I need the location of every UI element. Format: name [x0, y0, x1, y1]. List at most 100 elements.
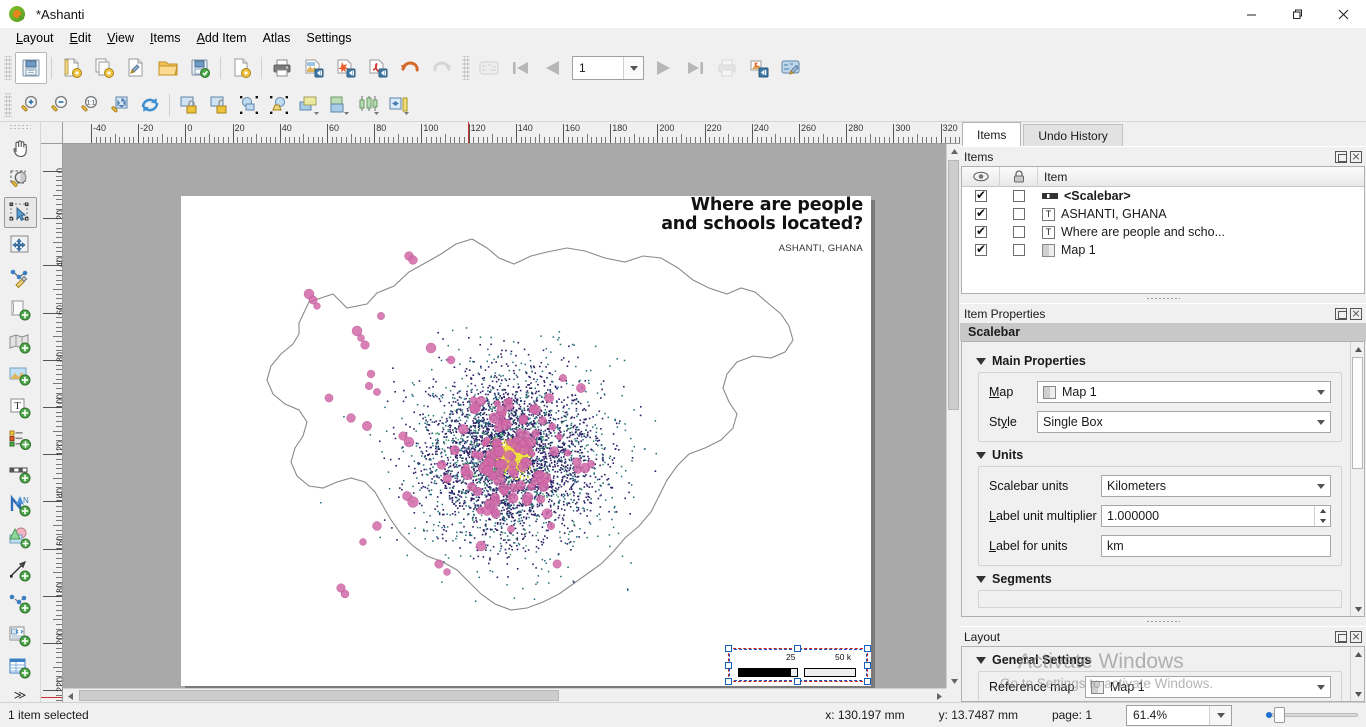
- export-as-image-button[interactable]: [298, 52, 330, 84]
- resize-items-button[interactable]: [384, 91, 414, 119]
- toolbar-overflow-button[interactable]: ≫: [14, 688, 27, 702]
- scroll-up-icon[interactable]: [1351, 647, 1364, 661]
- chevron-down-icon[interactable]: [1312, 476, 1330, 496]
- add-label-tool[interactable]: T: [4, 392, 37, 424]
- edit-nodes-tool[interactable]: [4, 262, 37, 294]
- resize-handle-ne[interactable]: [864, 645, 871, 652]
- undo-button[interactable]: [394, 52, 426, 84]
- scroll-left-icon[interactable]: [63, 689, 77, 703]
- zoom-full-button[interactable]: 1:1: [75, 91, 105, 119]
- add-picture-tool[interactable]: [4, 360, 37, 392]
- menu-settings[interactable]: Settings: [298, 29, 359, 47]
- chevron-down-icon[interactable]: [1312, 412, 1330, 432]
- layout-panel-close-button[interactable]: [1350, 630, 1362, 643]
- add-north-arrow-tool[interactable]: N: [4, 490, 37, 522]
- zoom-level-combo[interactable]: 61.4%: [1126, 704, 1232, 726]
- lower-items-button[interactable]: [324, 91, 354, 119]
- items-panel-float-button[interactable]: [1335, 150, 1347, 163]
- menu-atlas[interactable]: Atlas: [255, 29, 299, 47]
- style-combo[interactable]: Single Box: [1037, 411, 1331, 433]
- resize-handle-e[interactable]: [864, 662, 871, 669]
- spin-down-icon[interactable]: [1315, 516, 1330, 526]
- add-arrow-tool[interactable]: [4, 555, 37, 587]
- map-item-map1[interactable]: [181, 196, 871, 686]
- caret-down-icon[interactable]: [976, 451, 986, 459]
- zoom-slider[interactable]: [1266, 706, 1358, 724]
- zoom-tool[interactable]: [4, 164, 37, 196]
- resize-handle-n[interactable]: [794, 645, 801, 652]
- atlas-print-button[interactable]: [711, 52, 743, 84]
- vertical-scroll-thumb[interactable]: [1352, 357, 1363, 469]
- atlas-toolbar-drag-handle[interactable]: [462, 56, 470, 80]
- reference-map-combo[interactable]: Map 1: [1085, 676, 1331, 698]
- scalebar-item[interactable]: 25 50 k: [725, 645, 871, 685]
- scroll-down-icon[interactable]: [1351, 687, 1364, 701]
- caret-down-icon[interactable]: [976, 575, 986, 583]
- layout-properties-button[interactable]: [225, 52, 257, 84]
- table-row[interactable]: <Scalebar>: [962, 187, 1364, 205]
- item-properties-float-button[interactable]: [1335, 307, 1347, 320]
- zoom-slider-knob[interactable]: [1274, 707, 1285, 723]
- row-lock-checkbox[interactable]: [1000, 190, 1038, 202]
- minimize-button[interactable]: [1228, 0, 1274, 28]
- export-as-pdf-button[interactable]: [362, 52, 394, 84]
- align-items-button[interactable]: [354, 91, 384, 119]
- open-layout-button[interactable]: [152, 52, 184, 84]
- horizontal-ruler[interactable]: -40 -20 0 20 40 60 80 100 120 140 160 180 200 220 240 2…: [63, 122, 960, 144]
- row-visibility-checkbox[interactable]: [962, 224, 1000, 238]
- canvas-horizontal-scrollbar[interactable]: [63, 688, 946, 703]
- redo-button[interactable]: [426, 52, 458, 84]
- resize-handle-nw[interactable]: [725, 645, 732, 652]
- atlas-export-image-button[interactable]: [743, 52, 775, 84]
- tab-undo-history[interactable]: Undo History: [1023, 124, 1123, 146]
- label-unit-multiplier-spinbox[interactable]: 1.000000: [1101, 505, 1331, 527]
- label-for-units-input[interactable]: km: [1101, 535, 1331, 557]
- resize-handle-w[interactable]: [725, 662, 732, 669]
- lock-selected-items-button[interactable]: [174, 91, 204, 119]
- layout-panel-splitter[interactable]: [960, 617, 1366, 626]
- unlock-all-items-button[interactable]: [204, 91, 234, 119]
- atlas-preview-button[interactable]: [473, 52, 505, 84]
- layout-page[interactable]: Where are people and schools located? AS…: [181, 196, 871, 686]
- item-properties-scrollbar[interactable]: [1350, 342, 1364, 616]
- row-lock-checkbox[interactable]: [1000, 226, 1038, 238]
- layout-manager-button[interactable]: [120, 52, 152, 84]
- menu-items[interactable]: Items: [142, 29, 189, 47]
- export-as-svg-button[interactable]: [330, 52, 362, 84]
- group-general-settings[interactable]: General Settings: [976, 653, 1342, 667]
- pan-layout-tool[interactable]: [4, 132, 37, 164]
- atlas-page-dropdown-icon[interactable]: [623, 57, 643, 79]
- raise-items-button[interactable]: [294, 91, 324, 119]
- vertical-ruler[interactable]: 0 20 40 60 80 100 120 140 160 180 200 220: [41, 144, 63, 702]
- save-layout-as-template-button[interactable]: [184, 52, 216, 84]
- spin-up-icon[interactable]: [1315, 506, 1330, 516]
- atlas-next-feature-button[interactable]: [647, 52, 679, 84]
- select-move-item-tool[interactable]: [3, 196, 37, 229]
- row-visibility-checkbox[interactable]: [962, 206, 1000, 220]
- caret-down-icon[interactable]: [976, 656, 986, 664]
- menu-view[interactable]: View: [99, 29, 142, 47]
- vertical-scroll-thumb[interactable]: [948, 160, 959, 410]
- zoom-to-width-button[interactable]: [105, 91, 135, 119]
- group-main-properties[interactable]: Main Properties: [976, 354, 1342, 368]
- add-shape-tool[interactable]: [4, 522, 37, 554]
- layout-panel-scrollbar[interactable]: [1350, 647, 1364, 701]
- atlas-page-combo[interactable]: 1: [572, 56, 644, 80]
- zoom-in-button[interactable]: [15, 91, 45, 119]
- add-node-item-tool[interactable]: [4, 587, 37, 619]
- row-visibility-checkbox[interactable]: [962, 188, 1000, 202]
- horizontal-scroll-thumb[interactable]: [79, 690, 559, 701]
- toolbar-drag-handle[interactable]: [4, 56, 12, 80]
- items-tree[interactable]: Item <Scalebar> T ASHANTI, GHANA: [961, 166, 1365, 294]
- add-legend-tool[interactable]: [4, 425, 37, 457]
- add-attribute-table-tool[interactable]: [4, 652, 37, 684]
- row-lock-checkbox[interactable]: [1000, 208, 1038, 220]
- layout-canvas[interactable]: Where are people and schools located? AS…: [63, 144, 946, 688]
- scroll-right-icon[interactable]: [932, 689, 946, 703]
- close-button[interactable]: [1320, 0, 1366, 28]
- add-scalebar-tool[interactable]: [4, 457, 37, 489]
- scalebar-units-combo[interactable]: Kilometers: [1101, 475, 1331, 497]
- refresh-view-button[interactable]: [135, 91, 165, 119]
- scroll-up-icon[interactable]: [1351, 342, 1364, 356]
- scroll-up-icon[interactable]: [947, 144, 961, 158]
